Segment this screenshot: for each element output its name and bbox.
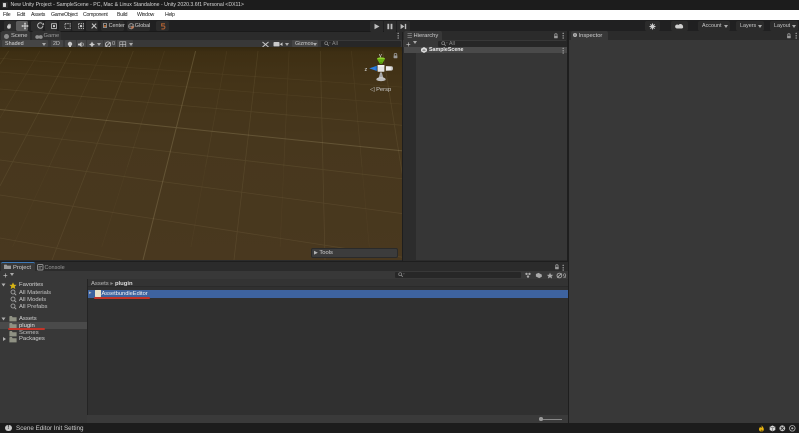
svg-text:z: z (365, 67, 368, 73)
